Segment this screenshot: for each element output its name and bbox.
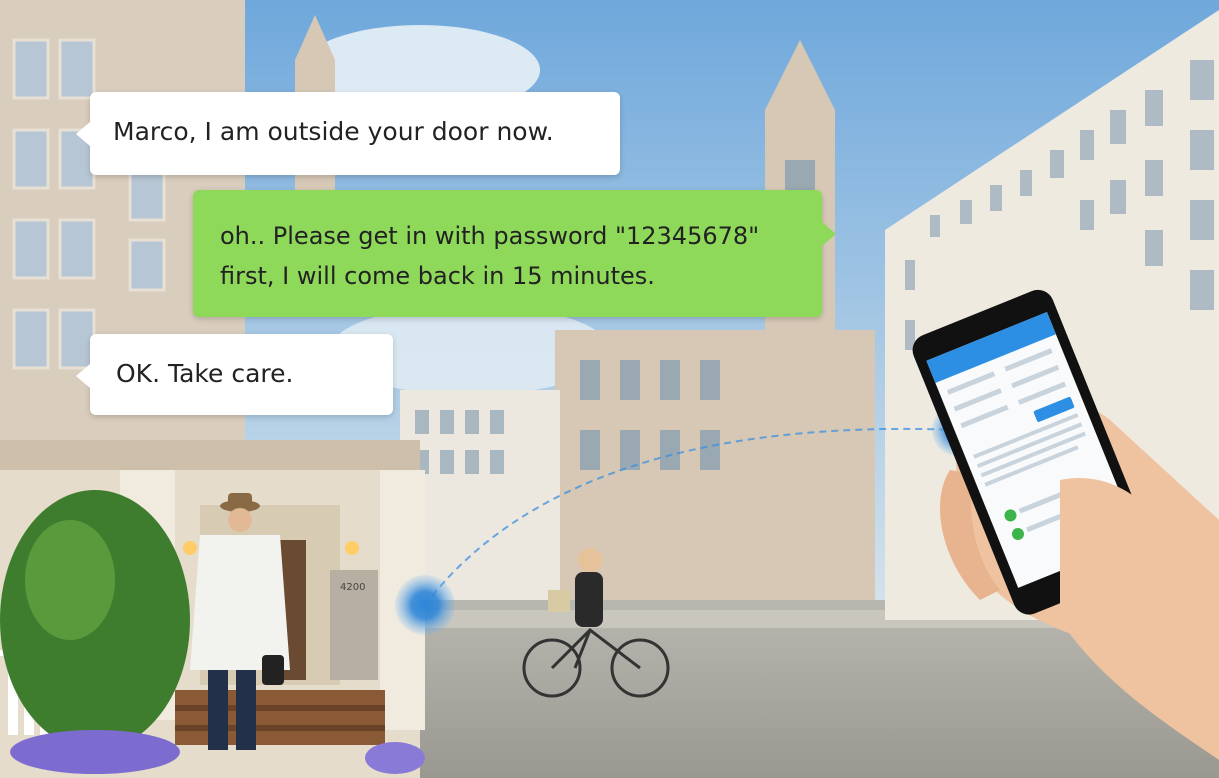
chat-bubble-reply: oh.. Please get in with password "123456…	[193, 190, 836, 317]
illustration-scene: 4200 Marco, I am outside your door now. …	[0, 0, 1219, 778]
flowers	[365, 742, 425, 774]
shrub-highlight	[25, 520, 115, 640]
flowers	[10, 730, 180, 774]
chat-bubble-incoming: Marco, I am outside your door now.	[76, 92, 620, 175]
chat-bubble-incoming: OK. Take care.	[76, 334, 393, 415]
message-text: first, I will come back in 15 minutes.	[220, 262, 655, 290]
message-text: OK. Take care.	[116, 359, 294, 388]
signal-dot-house	[395, 575, 455, 635]
message-text: Marco, I am outside your door now.	[113, 117, 554, 146]
house-number: 4200	[340, 582, 365, 593]
message-text: oh.. Please get in with password "123456…	[220, 222, 760, 250]
